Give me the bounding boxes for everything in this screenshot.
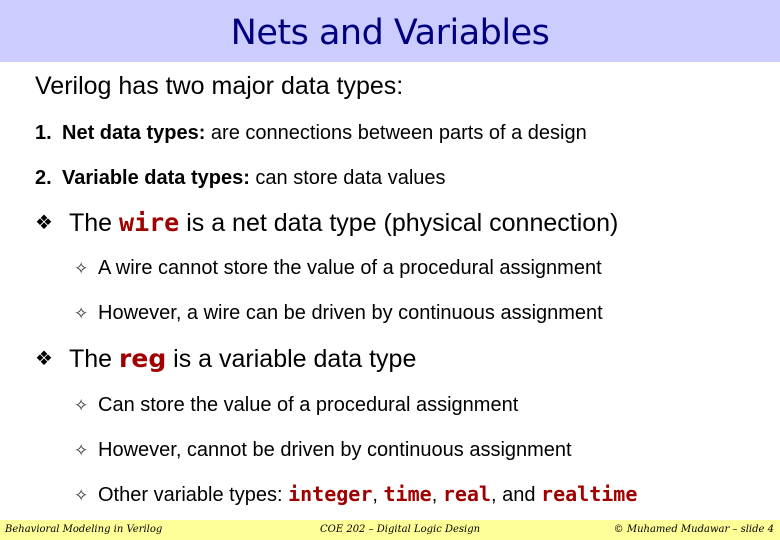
code-keyword-time: time (383, 482, 432, 506)
sub-bullet: ✧ Can store the value of a procedural ass… (74, 394, 518, 417)
code-keyword-reg: reg (119, 344, 167, 373)
separator: , (372, 484, 384, 506)
sub-bullet-text: A wire cannot store the value of a proce… (98, 257, 602, 279)
bullet-suffix: is a net data type (physical connection) (179, 209, 619, 237)
intro-text: Verilog has two major data types: (35, 72, 404, 100)
item-number: 1. (35, 122, 52, 144)
four-diamond-bullet-icon: ❖ (35, 212, 53, 234)
code-keyword-wire: wire (119, 208, 180, 237)
slide-footer: Behavioral Modeling in Verilog COE 202 –… (0, 520, 780, 540)
sub-bullet-text: Other variable types: (98, 484, 289, 506)
sub-bullet: ✧ However, a wire can be driven by contin… (74, 302, 603, 325)
item-text: are connections between parts of a desig… (205, 122, 587, 144)
item-number: 2. (35, 167, 52, 189)
numbered-item: 1. Net data types: are connections betwee… (35, 122, 587, 145)
code-keyword-real: real (442, 482, 491, 506)
bullet-prefix: The (69, 209, 120, 237)
sub-bullet-text: However, cannot be driven by continuous … (98, 439, 572, 461)
bullet-prefix: The (69, 345, 120, 373)
footer-course-topic: Behavioral Modeling in Verilog (5, 524, 163, 535)
four-point-star-icon: ✧ (74, 396, 89, 415)
slide-title-bar: Nets and Variables (0, 0, 780, 62)
numbered-item: 2. Variable data types: can store data va… (35, 167, 446, 190)
four-point-star-icon: ✧ (74, 486, 89, 505)
code-keyword-realtime: realtime (541, 482, 638, 506)
four-point-star-icon: ✧ (74, 304, 89, 323)
separator: , (431, 484, 443, 506)
footer-course-name: COE 202 – Digital Logic Design (320, 524, 481, 535)
separator: , and (490, 484, 542, 506)
sub-bullet: ✧ Other variable types: integer, time, re… (74, 482, 637, 507)
four-point-star-icon: ✧ (74, 441, 89, 460)
sub-bullet: ✧ A wire cannot store the value of a proc… (74, 257, 602, 280)
four-diamond-bullet-icon: ❖ (35, 348, 53, 370)
sub-bullet: ✧ However, cannot be driven by continuous… (74, 439, 572, 462)
bullet-suffix: is a variable data type (166, 345, 417, 373)
bullet-wire: ❖ The wire is a net data type (physical c… (35, 208, 618, 238)
item-term: Variable data types: (62, 167, 250, 189)
sub-bullet-text: However, a wire can be driven by continu… (98, 302, 603, 324)
sub-bullet-text: Can store the value of a procedural assi… (98, 394, 519, 416)
item-term: Net data types: (62, 122, 206, 144)
slide-title: Nets and Variables (230, 13, 550, 53)
item-text: can store data values (249, 167, 446, 189)
four-point-star-icon: ✧ (74, 259, 89, 278)
footer-slide-number: © Muhamed Mudawar – slide 4 (613, 524, 774, 535)
bullet-reg: ❖ The reg is a variable data type (35, 344, 416, 374)
code-keyword-integer: integer (288, 482, 373, 506)
